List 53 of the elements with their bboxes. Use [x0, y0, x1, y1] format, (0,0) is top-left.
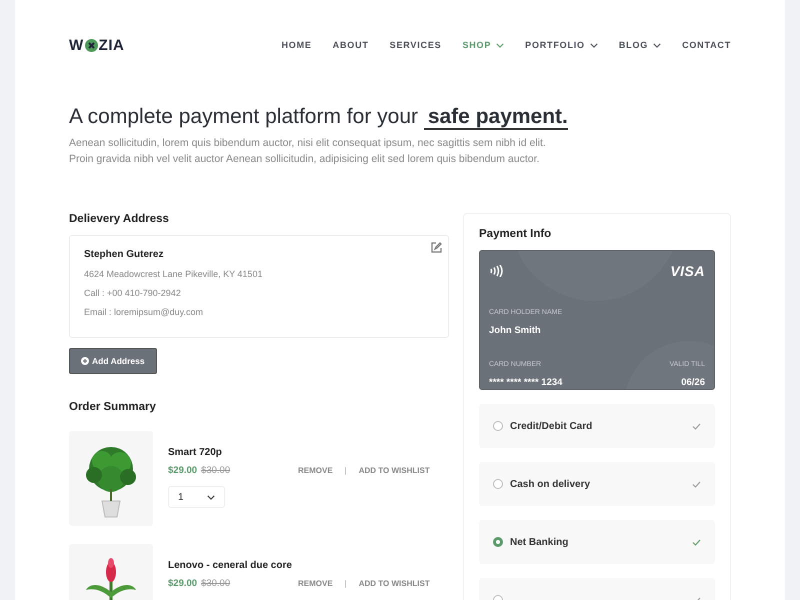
nav-link[interactable]: CONTACT	[682, 40, 731, 50]
product-price: $29.00	[168, 578, 198, 589]
card-expiry: 06/26	[680, 377, 705, 388]
card-number: **** **** **** 1234	[489, 377, 562, 388]
logo-text: W	[69, 38, 84, 52]
old-price: $30.00	[201, 578, 230, 589]
radio-button[interactable]	[493, 421, 503, 431]
nav-link[interactable]: ABOUT	[332, 40, 369, 50]
section-heading: Delievery Address	[69, 213, 170, 225]
chevron-down-icon	[653, 42, 662, 48]
remove-link[interactable]: REMOVE	[298, 579, 333, 588]
card-brand: VISA	[670, 263, 705, 279]
edit-icon[interactable]	[431, 242, 442, 253]
payment-option[interactable]: Credit/Debit Card	[479, 404, 715, 448]
wishlist-link[interactable]: ADD TO WISHLIST	[358, 579, 430, 588]
check-icon	[692, 480, 701, 488]
address-line: Email : loremipsum@duy.com	[84, 307, 204, 317]
nav-link[interactable]: HOME	[281, 40, 312, 50]
chevron-down-icon	[496, 42, 504, 48]
flower-plant-drawing	[84, 558, 138, 600]
section-heading: Payment Info	[479, 228, 552, 240]
radio-button[interactable]	[493, 479, 503, 489]
hero-title: A complete payment platform for your safe payment.	[69, 105, 569, 129]
logo-icon	[84, 38, 98, 52]
address-line: Call : +00 410-790-2942	[84, 288, 182, 298]
check-icon	[692, 538, 701, 546]
add-address-button[interactable]: Add Address	[69, 348, 157, 374]
wishlist-link[interactable]: ADD TO WISHLIST	[358, 466, 430, 475]
nav-link[interactable]: PORTFOLIO	[525, 40, 598, 50]
section-heading: Order Summary	[69, 401, 157, 413]
chevron-down-icon	[207, 494, 215, 500]
contactless-icon	[489, 265, 503, 277]
separator: |	[344, 579, 347, 588]
logo-text: ZIA	[98, 38, 124, 52]
product-name: Lenovo - ceneral due core	[168, 560, 293, 571]
quantity-select[interactable]: 1	[168, 486, 225, 508]
old-price: $30.00	[201, 465, 230, 476]
product-name: Smart 720p	[168, 447, 223, 458]
plus-circle-icon	[81, 357, 89, 365]
contact-name: Stephen Guterez	[84, 249, 164, 260]
product-price: $29.00	[168, 465, 198, 476]
nav-link[interactable]: BLOG	[618, 40, 662, 50]
radio-button[interactable]	[493, 537, 503, 547]
separator: |	[344, 466, 347, 475]
hero-description: Aenean sollicitudin, lorem quis bibendum auctor, nisi elit consequat ipsum, nec sagittis sem nibh id elit. Proin gravida nibh vel velit auctor Aenean sollicitudin, adipisicing elit sed lorem quis bibendum auctor.	[69, 136, 547, 167]
payment-option[interactable]: Cash on delivery	[479, 462, 715, 506]
address-line: 4624 Meadowcrest Lane Pikeville, KY 41501	[84, 269, 264, 279]
remove-link[interactable]: REMOVE	[298, 466, 333, 475]
nav-link[interactable]: SERVICES	[390, 40, 442, 50]
payment-option[interactable]: Net Banking	[479, 520, 715, 564]
card-holder: John Smith	[489, 325, 542, 336]
chevron-down-icon	[590, 42, 598, 48]
check-icon	[692, 422, 701, 430]
